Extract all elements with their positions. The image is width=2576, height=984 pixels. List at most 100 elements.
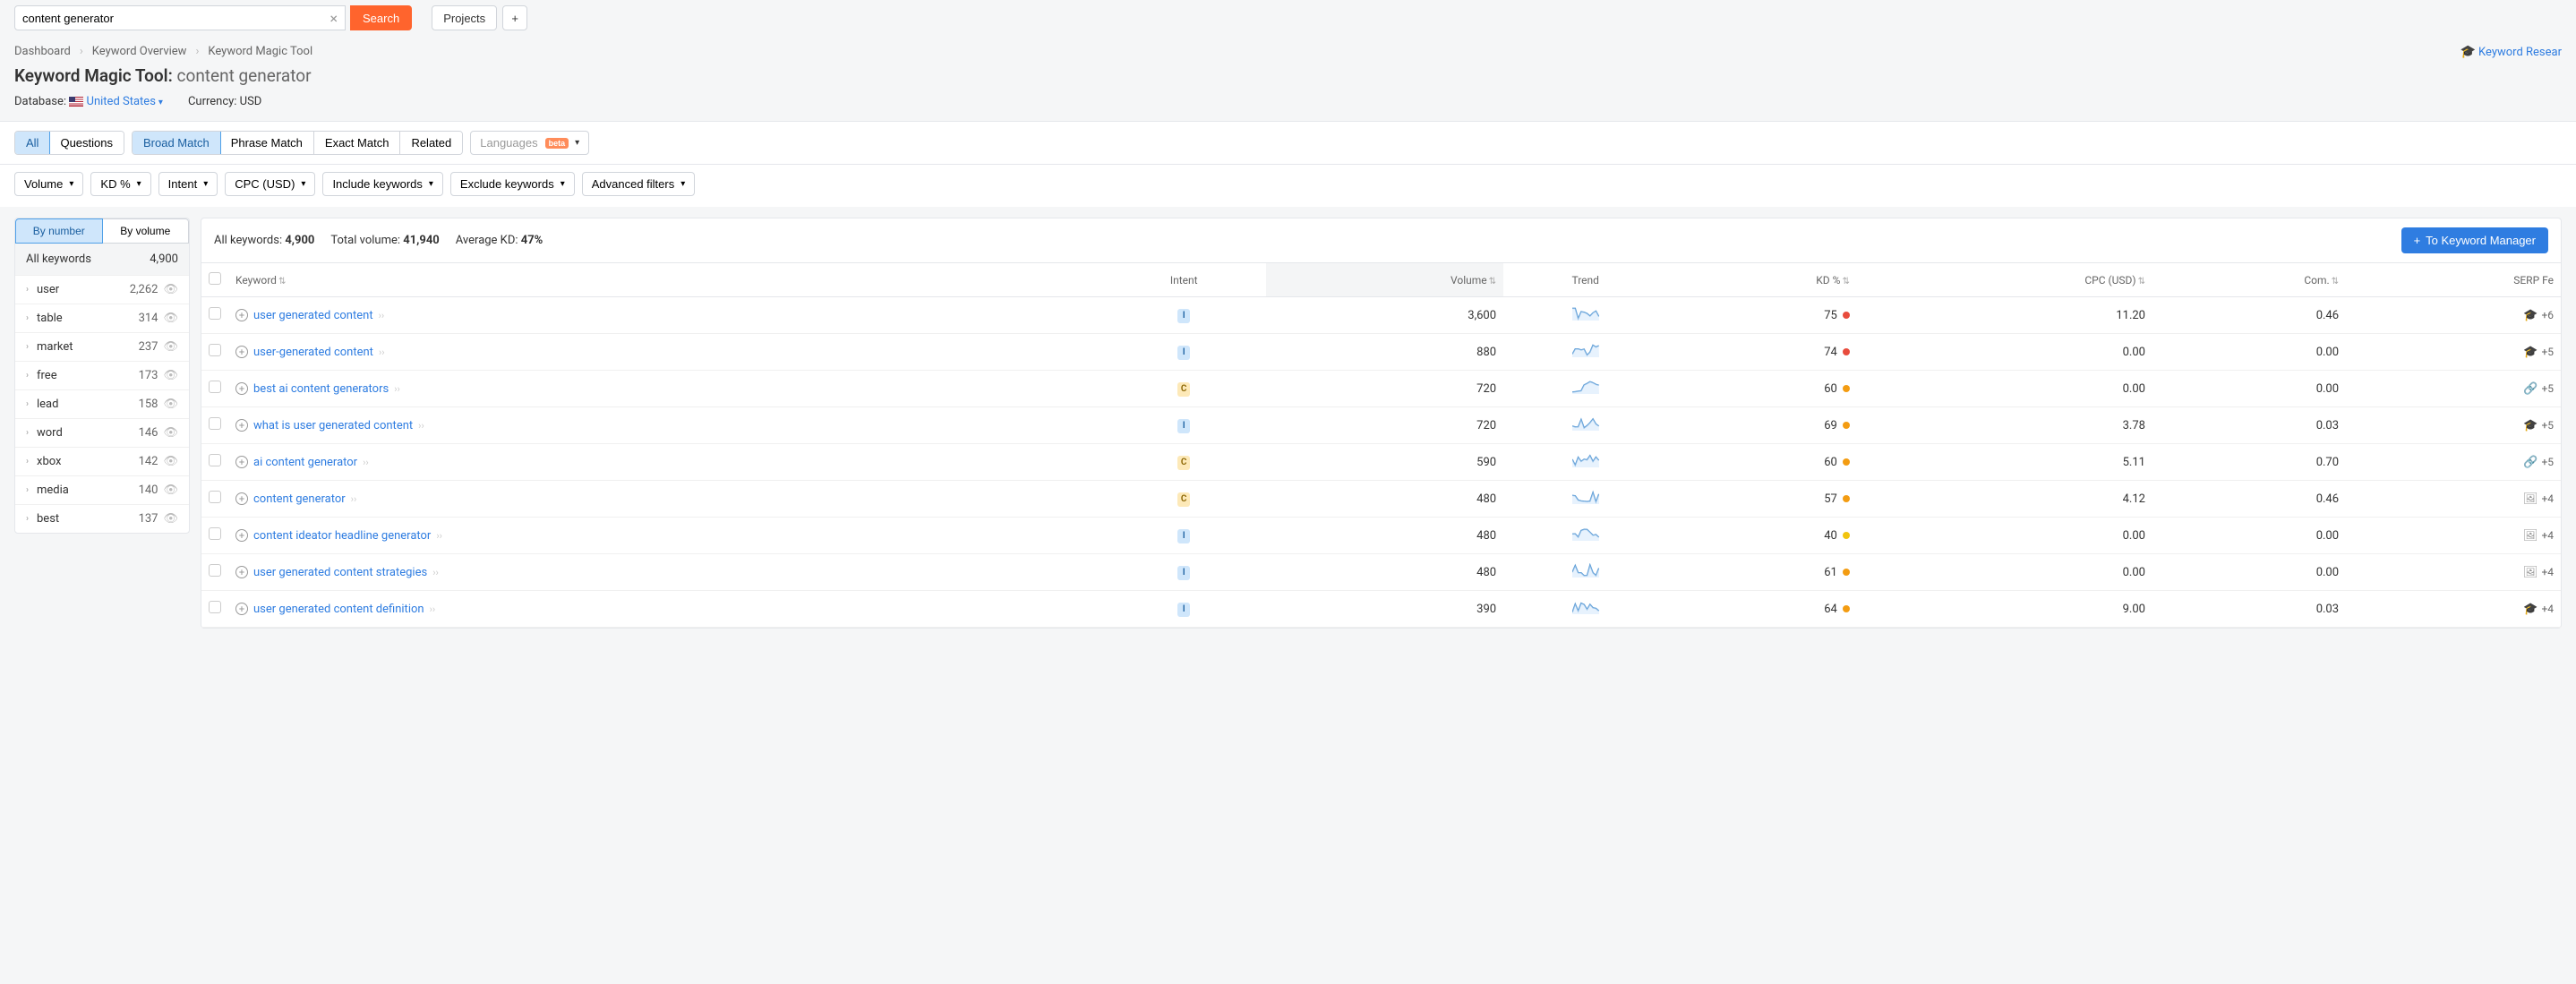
col-kd[interactable]: KD %⇅ xyxy=(1667,263,1856,297)
search-button[interactable]: Search xyxy=(350,5,412,30)
eye-icon[interactable]: 👁 xyxy=(163,340,178,354)
serp-features-cell[interactable]: 🔗+5 xyxy=(2353,382,2554,396)
eye-icon[interactable]: 👁 xyxy=(163,369,178,382)
sidebar-item[interactable]: › best 137 👁 xyxy=(15,504,189,533)
sidebar-item[interactable]: › xbox 142 👁 xyxy=(15,447,189,475)
select-all-checkbox[interactable] xyxy=(209,272,221,285)
row-checkbox[interactable] xyxy=(209,417,221,430)
keyword-link[interactable]: user-generated content xyxy=(253,346,373,359)
col-cpc[interactable]: CPC (USD)⇅ xyxy=(1857,263,2152,297)
serp-features-cell[interactable]: 🎓+5 xyxy=(2353,419,2554,432)
search-box[interactable]: × xyxy=(14,5,346,30)
add-keyword-icon[interactable]: + xyxy=(235,603,248,615)
include-keywords-filter[interactable]: Include keywords▾ xyxy=(322,172,442,196)
expand-icon[interactable]: ›› xyxy=(379,347,385,358)
col-serp[interactable]: SERP Fe xyxy=(2346,263,2561,297)
col-volume[interactable]: Volume⇅ xyxy=(1266,263,1503,297)
tab-related[interactable]: Related xyxy=(400,132,462,154)
sidebar-all-keywords[interactable]: All keywords4,900 xyxy=(15,244,189,275)
add-keyword-icon[interactable]: + xyxy=(235,566,248,578)
add-keyword-icon[interactable]: + xyxy=(235,382,248,395)
expand-icon[interactable]: ›› xyxy=(394,383,400,395)
keyword-link[interactable]: user generated content definition xyxy=(253,603,424,616)
tab-questions[interactable]: Questions xyxy=(49,132,124,154)
keyword-link[interactable]: content ideator headline generator xyxy=(253,529,431,543)
row-checkbox[interactable] xyxy=(209,454,221,466)
serp-features-cell[interactable]: 🔗+5 xyxy=(2353,456,2554,469)
row-checkbox[interactable] xyxy=(209,601,221,613)
keyword-link[interactable]: user generated content xyxy=(253,309,373,322)
add-project-button[interactable]: + xyxy=(502,5,527,30)
col-trend[interactable]: Trend xyxy=(1503,263,1667,297)
search-input[interactable] xyxy=(22,12,329,25)
crumb-tool[interactable]: Keyword Magic Tool xyxy=(208,45,312,58)
serp-features-cell[interactable]: 🖼+4 xyxy=(2353,529,2554,543)
col-keyword[interactable]: Keyword⇅ xyxy=(228,263,1101,297)
keyword-link[interactable]: content generator xyxy=(253,492,346,506)
projects-button[interactable]: Projects xyxy=(432,5,497,30)
keyword-link[interactable]: what is user generated content xyxy=(253,419,413,432)
sort-by-volume[interactable]: By volume xyxy=(103,218,190,244)
tab-all[interactable]: All xyxy=(14,131,50,155)
eye-icon[interactable]: 👁 xyxy=(163,283,178,296)
tab-phrase-match[interactable]: Phrase Match xyxy=(220,132,314,154)
row-checkbox[interactable] xyxy=(209,527,221,540)
row-checkbox[interactable] xyxy=(209,381,221,393)
expand-icon[interactable]: ›› xyxy=(436,530,442,542)
col-intent[interactable]: Intent xyxy=(1101,263,1267,297)
expand-icon[interactable]: ›› xyxy=(430,603,436,615)
expand-icon[interactable]: ›› xyxy=(418,420,424,432)
add-keyword-icon[interactable]: + xyxy=(235,456,248,468)
eye-icon[interactable]: 👁 xyxy=(163,426,178,440)
expand-icon[interactable]: ›› xyxy=(432,567,439,578)
serp-features-cell[interactable]: 🎓+6 xyxy=(2353,309,2554,322)
cpc-filter[interactable]: CPC (USD)▾ xyxy=(225,172,315,196)
tab-broad-match[interactable]: Broad Match xyxy=(132,131,221,155)
expand-icon[interactable]: ›› xyxy=(379,310,385,321)
row-checkbox[interactable] xyxy=(209,307,221,320)
crumb-dashboard[interactable]: Dashboard xyxy=(14,45,71,58)
row-checkbox[interactable] xyxy=(209,491,221,503)
keyword-link[interactable]: user generated content strategies xyxy=(253,566,427,579)
languages-filter[interactable]: Languagesbeta ▾ xyxy=(470,131,589,155)
sort-by-number[interactable]: By number xyxy=(15,218,103,244)
eye-icon[interactable]: 👁 xyxy=(163,398,178,411)
add-keyword-icon[interactable]: + xyxy=(235,346,248,358)
keyword-link[interactable]: best ai content generators xyxy=(253,382,389,396)
clear-icon[interactable]: × xyxy=(329,10,338,27)
serp-features-cell[interactable]: 🖼+4 xyxy=(2353,492,2554,506)
database-selector[interactable]: Database: United States▾ xyxy=(14,95,163,108)
row-checkbox[interactable] xyxy=(209,564,221,577)
expand-icon[interactable]: ›› xyxy=(351,493,357,505)
keyword-link[interactable]: ai content generator xyxy=(253,456,357,469)
sidebar-item[interactable]: › media 140 👁 xyxy=(15,475,189,504)
volume-filter[interactable]: Volume▾ xyxy=(14,172,83,196)
col-com[interactable]: Com.⇅ xyxy=(2152,263,2346,297)
eye-icon[interactable]: 👁 xyxy=(163,312,178,325)
sidebar-item[interactable]: › word 146 👁 xyxy=(15,418,189,447)
advanced-filters[interactable]: Advanced filters▾ xyxy=(582,172,696,196)
sidebar-item[interactable]: › free 173 👁 xyxy=(15,361,189,389)
add-keyword-icon[interactable]: + xyxy=(235,492,248,505)
kd-filter[interactable]: KD %▾ xyxy=(90,172,150,196)
serp-features-cell[interactable]: 🎓+5 xyxy=(2353,346,2554,359)
serp-features-cell[interactable]: 🎓+4 xyxy=(2353,603,2554,616)
exclude-keywords-filter[interactable]: Exclude keywords▾ xyxy=(450,172,575,196)
serp-features-cell[interactable]: 🖼+4 xyxy=(2353,566,2554,579)
tab-exact-match[interactable]: Exact Match xyxy=(314,132,401,154)
add-keyword-icon[interactable]: + xyxy=(235,529,248,542)
to-keyword-manager-button[interactable]: +To Keyword Manager xyxy=(2401,227,2548,253)
eye-icon[interactable]: 👁 xyxy=(163,483,178,497)
add-keyword-icon[interactable]: + xyxy=(235,309,248,321)
expand-icon[interactable]: ›› xyxy=(363,457,369,468)
row-checkbox[interactable] xyxy=(209,344,221,356)
add-keyword-icon[interactable]: + xyxy=(235,419,248,432)
sidebar-item[interactable]: › table 314 👁 xyxy=(15,304,189,332)
eye-icon[interactable]: 👁 xyxy=(163,455,178,468)
eye-icon[interactable]: 👁 xyxy=(163,512,178,526)
intent-filter[interactable]: Intent▾ xyxy=(158,172,218,196)
sidebar-item[interactable]: › market 237 👁 xyxy=(15,332,189,361)
sidebar-item[interactable]: › user 2,262 👁 xyxy=(15,275,189,304)
sidebar-item[interactable]: › lead 158 👁 xyxy=(15,389,189,418)
crumb-overview[interactable]: Keyword Overview xyxy=(92,45,187,58)
